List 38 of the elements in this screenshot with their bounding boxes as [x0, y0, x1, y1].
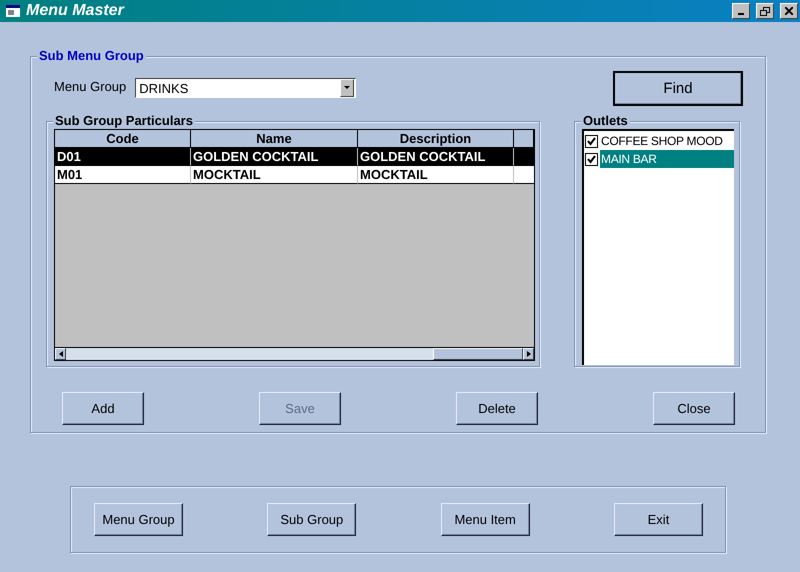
column-header[interactable]: Code — [55, 130, 191, 148]
table-cell: MOCKTAIL — [358, 166, 514, 184]
restore-icon — [760, 6, 770, 16]
right-arrow-icon[interactable] — [526, 351, 530, 357]
table-cell: D01 — [55, 148, 191, 166]
close-button[interactable] — [780, 3, 798, 19]
nav-button[interactable]: Menu Item — [440, 503, 530, 536]
window-title: Menu Master — [26, 2, 126, 20]
action-button[interactable]: Close — [653, 392, 735, 425]
table-cell: M01 — [55, 166, 191, 184]
minimize-button[interactable] — [732, 3, 750, 19]
field-label: Menu Group — [54, 78, 126, 94]
list-item[interactable]: MAIN BAR — [600, 150, 734, 168]
action-button[interactable]: Delete — [456, 392, 538, 425]
column-header[interactable]: Name — [191, 130, 358, 148]
table-row[interactable]: M01 MOCKTAIL MOCKTAIL — [55, 166, 534, 184]
frame-title: Outlets — [581, 113, 630, 128]
nav-button[interactable]: Menu Group — [94, 503, 183, 536]
window-icon — [6, 5, 20, 17]
restore-button[interactable] — [756, 3, 774, 19]
left-arrow-icon[interactable] — [58, 351, 62, 357]
checkbox[interactable] — [585, 152, 598, 166]
table-cell: MOCKTAIL — [191, 166, 358, 184]
nav-button[interactable]: Exit — [614, 503, 703, 536]
column-header[interactable]: Description — [358, 130, 514, 148]
menu-group-dropdown[interactable]: DRINKS — [135, 78, 356, 98]
table-row[interactable]: D01 GOLDEN COCKTAIL GOLDEN COCKTAIL — [55, 148, 534, 166]
close-icon — [785, 7, 793, 15]
horizontal-scrollbar[interactable] — [55, 347, 534, 360]
action-button[interactable]: Add — [62, 392, 144, 425]
frame-title: Sub Menu Group — [37, 48, 146, 63]
list-item[interactable]: COFFEE SHOP MOOD — [600, 132, 734, 150]
nav-button[interactable]: Sub Group — [267, 503, 356, 536]
find-button[interactable]: Find — [614, 72, 742, 104]
frame-title: Sub Group Particulars — [53, 113, 195, 128]
table-cell: GOLDEN COCKTAIL — [191, 148, 358, 166]
table-cell: GOLDEN COCKTAIL — [358, 148, 514, 166]
checkbox[interactable] — [585, 134, 598, 148]
